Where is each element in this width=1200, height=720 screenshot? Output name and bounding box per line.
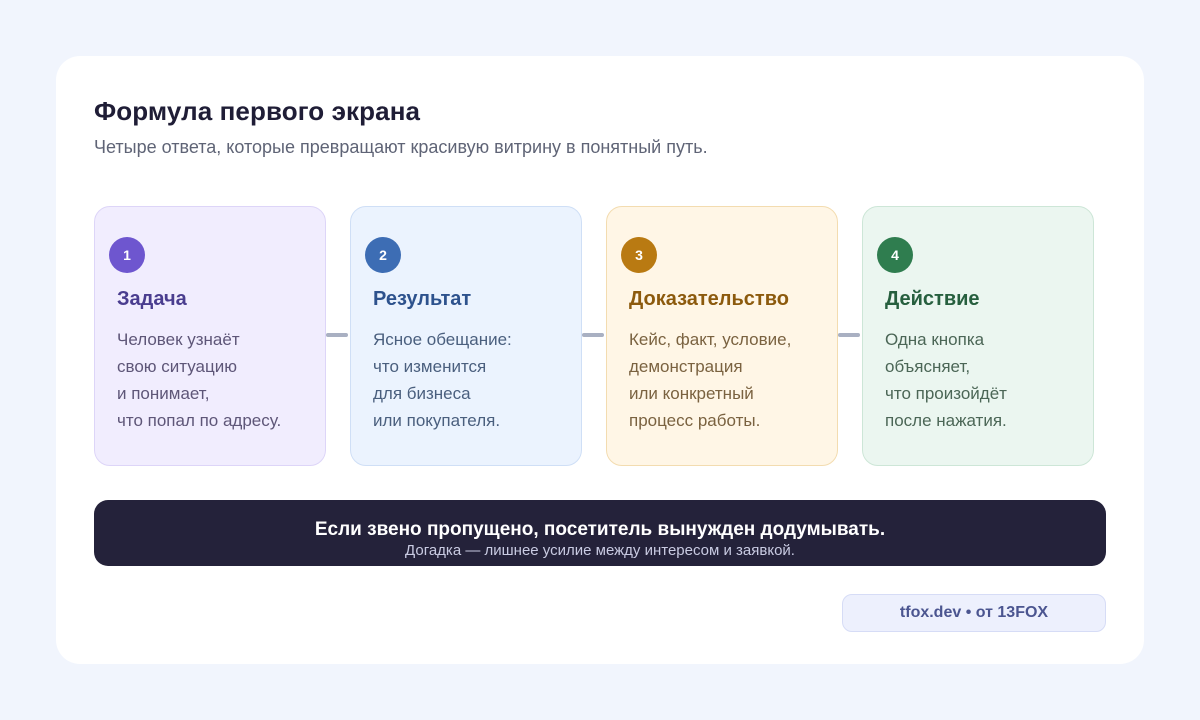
step-description: Человек узнаёт свою ситуацию и понимает,… — [117, 326, 281, 434]
step-description-line: или покупателя. — [373, 411, 501, 430]
step-number-badge: 2 — [365, 237, 401, 273]
banner-sub-text: Догадка — лишнее усилие между интересом … — [405, 542, 795, 559]
step-description-line: Ясное обещание: — [373, 330, 512, 349]
step-description: Ясное обещание: что изменится для бизнес… — [373, 326, 512, 434]
step-description-line: свою ситуацию — [117, 357, 237, 376]
step-description-line: процесс работы. — [629, 411, 761, 430]
step-description-line: после нажатия. — [885, 411, 1007, 430]
page-subtitle: Четыре ответа, которые превращают красив… — [94, 137, 708, 157]
step-card-result: 2 Результат Ясное обещание: что изменитс… — [350, 206, 582, 466]
step-description-line: демонстрация — [629, 357, 743, 376]
step-card-task: 1 Задача Человек узнаёт свою ситуацию и … — [94, 206, 326, 466]
page-title: Формула первого экрана — [94, 96, 421, 126]
warning-banner: Если звено пропущено, посетитель вынужде… — [94, 500, 1106, 566]
step-description: Кейс, факт, условие, демонстрация или ко… — [629, 326, 791, 434]
step-number-badge: 1 — [109, 237, 145, 273]
step-description-line: или конкретный — [629, 384, 754, 403]
step-title: Доказательство — [629, 288, 789, 310]
step-card-action: 4 Действие Одна кнопка объясняет, что пр… — [862, 206, 1094, 466]
step-number-badge: 3 — [621, 237, 657, 273]
step-description-line: Одна кнопка — [885, 330, 985, 349]
banner-main-text: Если звено пропущено, посетитель вынужде… — [314, 519, 886, 540]
step-description-line: Кейс, факт, условие, — [629, 330, 792, 349]
step-title: Результат — [373, 288, 472, 310]
step-description-line: Человек узнаёт — [117, 330, 240, 349]
step-description-line: для бизнеса — [373, 384, 471, 403]
step-description-line: что произойдёт — [885, 384, 1007, 403]
step-connector — [582, 333, 604, 337]
credit-badge: tfox.dev • от 13FOX — [842, 594, 1106, 632]
step-description: Одна кнопка объясняет, что произойдёт по… — [885, 326, 1007, 434]
step-connector — [838, 333, 860, 337]
step-title: Задача — [117, 288, 187, 310]
step-number-badge: 4 — [877, 237, 913, 273]
step-description-line: и понимает, — [117, 384, 210, 403]
step-card-proof: 3 Доказательство Кейс, факт, условие, де… — [606, 206, 838, 466]
step-description-line: что попал по адресу. — [117, 411, 282, 430]
step-title: Действие — [885, 288, 980, 310]
step-description-line: что изменится — [373, 357, 487, 376]
diagram-card: Формула первого экрана Четыре ответа, ко… — [56, 56, 1144, 664]
step-connector — [326, 333, 348, 337]
step-description-line: объясняет, — [885, 357, 971, 376]
